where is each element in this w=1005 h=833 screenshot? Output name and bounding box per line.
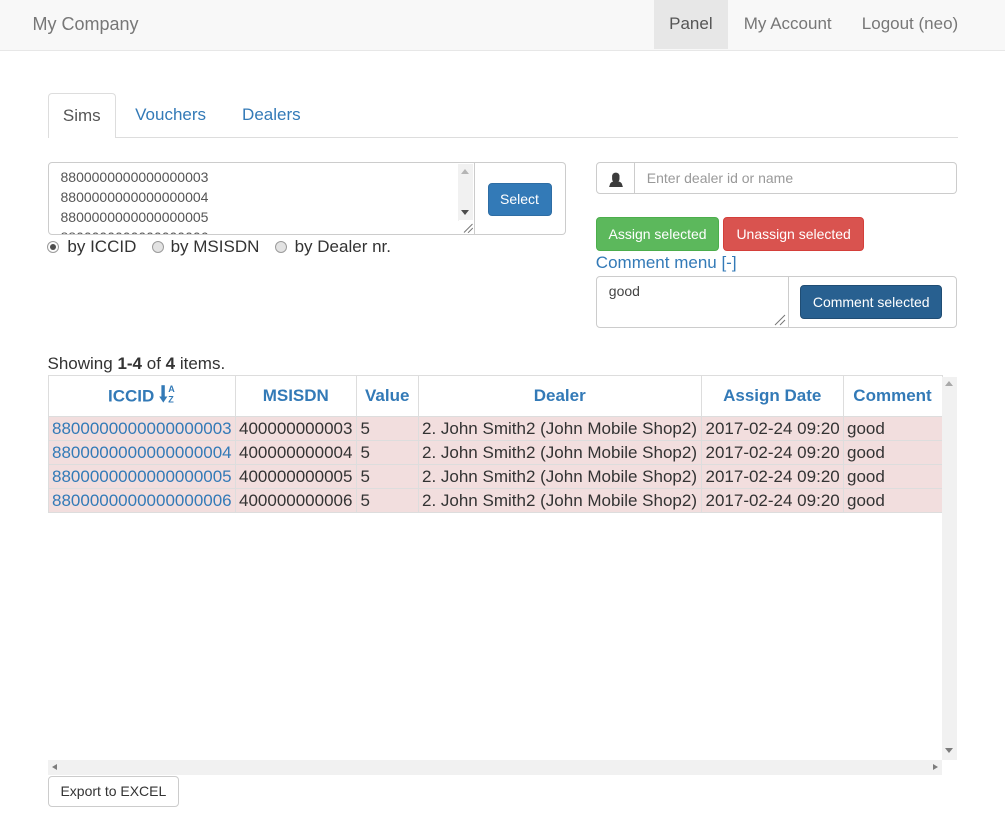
svg-text:A: A bbox=[168, 385, 175, 394]
svg-text:Z: Z bbox=[168, 395, 174, 403]
